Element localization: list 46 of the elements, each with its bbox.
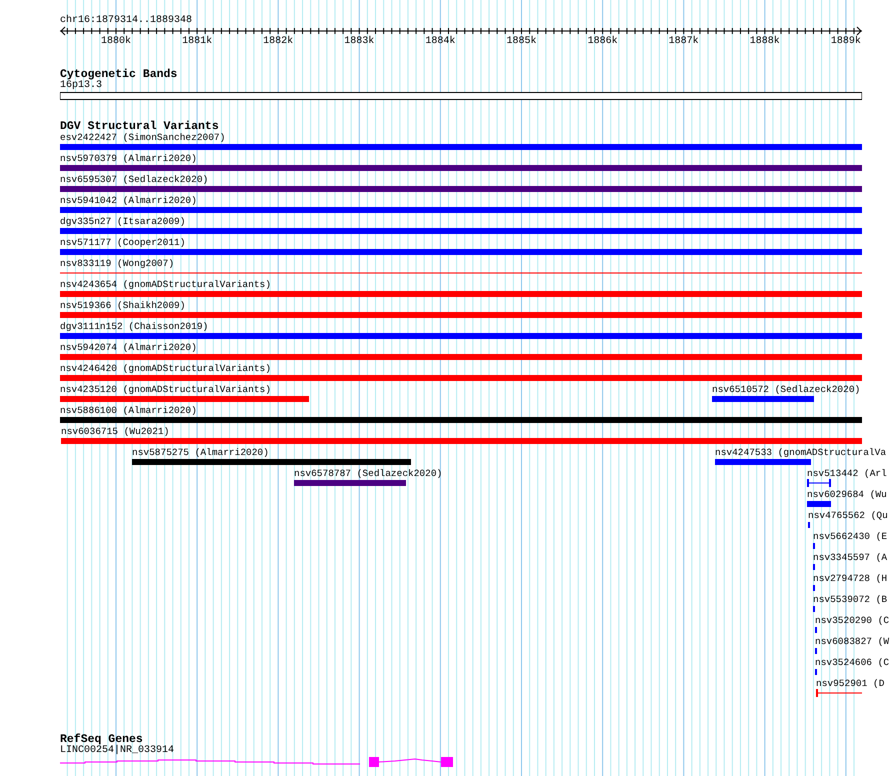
- variant-label: dgv3111n152 (Chaisson2019): [60, 321, 208, 332]
- position-label: chr16:1879314..1889348: [60, 15, 192, 26]
- variant-label: nsv4247533 (gnomADStructuralVa: [715, 447, 886, 458]
- variant-label: nsv571177 (Cooper2011): [60, 237, 186, 248]
- ruler-tick-label: 1887k: [668, 36, 699, 47]
- variant-label: nsv5875275 (Almarri2020): [132, 447, 269, 458]
- variant-label: nsv513442 (Arl: [807, 468, 887, 479]
- variant-label: esv2422427 (SimonSanchez2007): [60, 132, 226, 143]
- variant-label: nsv3524606 (C: [815, 657, 890, 668]
- variant-label: nsv5970379 (Almarri2020): [60, 153, 197, 164]
- variant-label: nsv5886100 (Almarri2020): [60, 405, 197, 416]
- ruler-tick-label: 1882k: [263, 36, 294, 47]
- variant-label: nsv6036715 (Wu2021): [61, 426, 170, 437]
- ruler-tick-label: 1888k: [750, 36, 780, 47]
- variant-label: nsv4243654 (gnomADStructuralVariants): [60, 279, 271, 290]
- variant-label: nsv4246420 (gnomADStructuralVariants): [60, 363, 271, 374]
- ruler-tick-label: 1884k: [425, 36, 456, 47]
- ruler-tick-label: 1886k: [588, 36, 618, 47]
- variant-label: nsv952901 (D: [816, 678, 884, 689]
- variant-label: nsv5941042 (Almarri2020): [60, 195, 197, 206]
- variant-label: nsv5539072 (B: [813, 594, 888, 605]
- variant-label: nsv6083827 (W: [815, 636, 890, 647]
- variant-label: nsv5662430 (E: [813, 531, 888, 542]
- variant-label: nsv3520290 (C: [815, 615, 890, 626]
- ruler-tick-label: 1883k: [344, 36, 374, 47]
- variant-label: nsv3345597 (A: [813, 552, 888, 563]
- variant-label: nsv6595307 (Sedlazeck2020): [60, 174, 208, 185]
- track-title: Cytogenetic Bands: [60, 69, 178, 80]
- band-label: 16p13.3: [60, 80, 102, 91]
- variant-label: dgv335n27 (Itsara2009): [60, 216, 186, 227]
- track-title: RefSeq Genes: [60, 734, 143, 745]
- variant-label: nsv6029684 (Wu: [807, 489, 887, 500]
- variant-label: nsv5942074 (Almarri2020): [60, 342, 197, 353]
- ruler-tick-label: 1881k: [182, 36, 212, 47]
- ruler-tick-label: 1880k: [101, 36, 131, 47]
- variant-label: nsv6510572 (Sedlazeck2020): [712, 384, 860, 395]
- ruler-tick-label: 1885k: [506, 36, 536, 47]
- variant-label: nsv4765562 (Qu: [808, 510, 888, 521]
- variant-label: nsv833119 (Wong2007): [60, 258, 174, 269]
- variant-label: nsv519366 (Shaikh2009): [60, 300, 186, 311]
- variant-label: nsv2794728 (H: [813, 573, 888, 584]
- gene-label: LINC00254|NR_033914: [60, 745, 174, 756]
- ruler-tick-label: 1889k: [830, 36, 861, 47]
- variant-label: nsv4235120 (gnomADStructuralVariants): [60, 384, 271, 395]
- variant-label: nsv6578787 (Sedlazeck2020): [294, 468, 442, 479]
- track-title: DGV Structural Variants: [60, 121, 219, 132]
